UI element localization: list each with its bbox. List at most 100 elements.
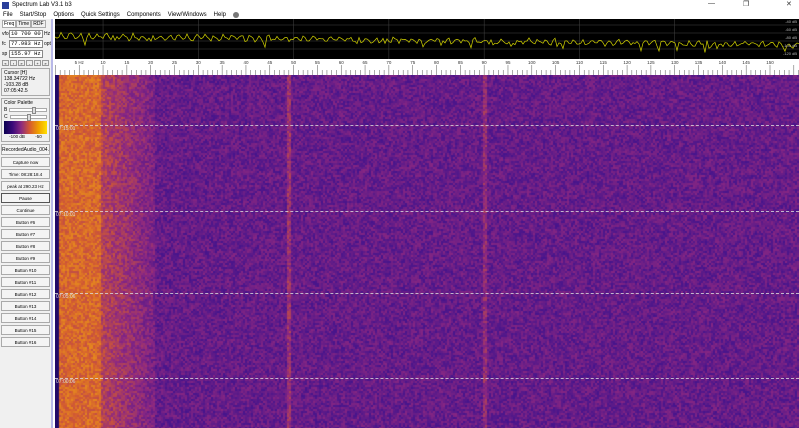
button-6[interactable]: Button #6 xyxy=(1,217,50,227)
freq-tick-label: 55 xyxy=(315,60,321,65)
arrow-button[interactable]: ‹ xyxy=(10,60,17,66)
contrast-label: C xyxy=(4,114,8,120)
freq-tick-label: 30 xyxy=(196,60,202,65)
db-label: -60 dB xyxy=(785,27,797,32)
freq-tick-label: 10 xyxy=(101,60,107,65)
spectrum-display[interactable]: -40 dB -60 dB -80 dB -100 dB -120 dB xyxy=(55,19,799,59)
cursor-group: Cursor [H] 138.34722 Hz -103.28 dB 07:05… xyxy=(1,68,50,96)
capture-now-button[interactable]: Capture now xyxy=(1,157,50,167)
continue-button[interactable]: Continue xyxy=(1,205,50,215)
tab-rdf[interactable]: RDF xyxy=(31,20,45,28)
arrow-button[interactable]: « xyxy=(2,60,9,66)
freq-tick-label: 5 Hz xyxy=(75,60,85,65)
close-button[interactable]: ✕ xyxy=(786,0,792,8)
freq-tick-label: 65 xyxy=(363,60,369,65)
peak-button[interactable]: peak at 290.23 Hz xyxy=(1,181,50,191)
freq-tick-label: 135 xyxy=(695,60,703,65)
vfo-unit: Hz xyxy=(44,31,50,37)
palette-max: -50 xyxy=(35,134,42,140)
arrow-button[interactable]: - xyxy=(26,60,33,66)
timestamp-label: 07:10:01 xyxy=(56,212,75,218)
freq-tick-label: 80 xyxy=(434,60,440,65)
palette-min: -100 dB xyxy=(9,134,25,140)
menu-quick-settings[interactable]: Quick Settings xyxy=(81,12,120,18)
app-icon xyxy=(2,2,9,9)
color-palette-bar xyxy=(4,121,47,134)
db-label: -80 dB xyxy=(785,35,797,40)
freq-tick-label: 140 xyxy=(719,60,727,65)
time-marker-line xyxy=(55,378,799,379)
freq-tick-label: 125 xyxy=(647,60,655,65)
minimize-button[interactable]: — xyxy=(708,0,715,7)
menu-components[interactable]: Components xyxy=(127,12,161,18)
timestamp-label: 07:05:06 xyxy=(56,294,75,300)
button-14[interactable]: Button #14 xyxy=(1,313,50,323)
menu-options[interactable]: Options xyxy=(53,12,74,18)
button-13[interactable]: Button #13 xyxy=(1,301,50,311)
freq-tick-label: 35 xyxy=(220,60,226,65)
tab-time[interactable]: Time xyxy=(16,20,31,28)
button-10[interactable]: Button #10 xyxy=(1,265,50,275)
spectrum-trace xyxy=(55,32,799,52)
menu-file[interactable]: File xyxy=(3,12,13,18)
menu-bar: File Start/Stop Options Quick Settings C… xyxy=(0,10,246,19)
freq-tick-label: 60 xyxy=(339,60,345,65)
freq-tick-label: 45 xyxy=(267,60,273,65)
window-title: Spectrum Lab V3.1 b3 xyxy=(12,2,72,8)
waterfall-display[interactable] xyxy=(55,75,799,428)
button-12[interactable]: Button #12 xyxy=(1,289,50,299)
arrow-button[interactable]: » xyxy=(42,60,49,66)
freq-tick-label: 100 xyxy=(528,60,536,65)
brightness-label: B xyxy=(4,107,7,113)
freq-tick-label: 120 xyxy=(623,60,631,65)
restore-button[interactable]: ❐ xyxy=(743,0,749,8)
cursor-time: 07:05:42.5 xyxy=(4,88,47,94)
color-palette-group: Color Palette B C -100 dB -50 xyxy=(1,98,50,142)
time-button[interactable]: Time: 08:28:18.4 xyxy=(1,169,50,179)
sp-label: sp xyxy=(2,51,9,57)
freq-tick-label: 110 xyxy=(576,60,584,65)
title-bar: Spectrum Lab V3.1 b3 — ❐ ✕ xyxy=(0,0,799,10)
span-input[interactable] xyxy=(9,50,43,58)
freq-tick-label: 15 xyxy=(124,60,130,65)
menu-start-stop[interactable]: Start/Stop xyxy=(20,12,47,18)
db-label: -40 dB xyxy=(785,19,797,24)
freq-tick-label: 130 xyxy=(671,60,679,65)
time-marker-line xyxy=(55,293,799,294)
fc-label: fc xyxy=(2,41,9,47)
button-8[interactable]: Button #8 xyxy=(1,241,50,251)
menu-help[interactable]: Help xyxy=(214,12,226,18)
freq-tick-label: 20 xyxy=(148,60,154,65)
file-button[interactable]: RecordedAudio_004. xyxy=(1,144,50,155)
freq-tick-label: 75 xyxy=(410,60,416,65)
contrast-slider[interactable] xyxy=(10,115,47,119)
freq-tick-label: 115 xyxy=(600,60,608,65)
status-indicator-icon xyxy=(233,12,239,18)
db-label: -120 dB xyxy=(783,51,797,56)
arrow-button[interactable]: » xyxy=(18,60,25,66)
time-marker-line xyxy=(55,125,799,126)
freq-tick-label: 95 xyxy=(505,60,511,65)
brightness-slider[interactable] xyxy=(9,108,47,112)
vfo-input[interactable] xyxy=(9,30,43,38)
freq-tick-label: 150 xyxy=(766,60,774,65)
fc-input[interactable] xyxy=(9,40,43,48)
button-16[interactable]: Button #16 xyxy=(1,337,50,347)
timestamp-label: 07:15:01 xyxy=(56,126,75,132)
freq-tick-label: 70 xyxy=(386,60,392,65)
opt-button[interactable]: opt xyxy=(44,41,51,47)
tab-freq[interactable]: Freq xyxy=(2,20,16,28)
menu-view-windows[interactable]: View/Windows xyxy=(168,12,207,18)
freq-tick-label: 85 xyxy=(458,60,464,65)
pause-button[interactable]: Pause xyxy=(1,193,50,203)
freq-tick-label: 40 xyxy=(243,60,249,65)
control-panel: Freq Time RDF vfo Hz fc opt sp « ‹ » - + »… xyxy=(0,19,53,428)
button-15[interactable]: Button #15 xyxy=(1,325,50,335)
db-label: -100 dB xyxy=(783,43,797,48)
button-9[interactable]: Button #9 xyxy=(1,253,50,263)
button-7[interactable]: Button #7 xyxy=(1,229,50,239)
freq-tick-label: 25 xyxy=(172,60,178,65)
button-11[interactable]: Button #11 xyxy=(1,277,50,287)
arrow-button[interactable]: + xyxy=(34,60,41,66)
frequency-axis[interactable]: 5 Hz 10 15 20 25 30 35 40 45 50 55 60 65 70 75 80 85 90 95… xyxy=(55,59,799,75)
